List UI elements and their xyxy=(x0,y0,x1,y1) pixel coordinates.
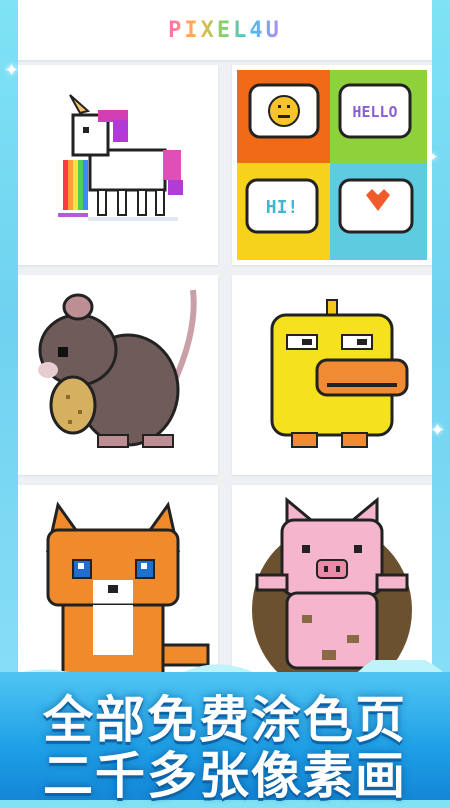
unicorn-pixel-art xyxy=(58,94,183,221)
speech-bubbles-pixel-art: HELLO HI! xyxy=(237,70,427,260)
coloring-card-fox[interactable] xyxy=(18,485,218,685)
coloring-card-unicorn[interactable] xyxy=(18,65,218,265)
coloring-card-duck[interactable] xyxy=(232,275,432,475)
promo-banner: 全部免费涂色页 二千多张像素画 xyxy=(0,672,450,805)
hello-text: HELLO xyxy=(352,103,397,121)
app-header: PIXEL4U xyxy=(18,0,432,62)
promo-line-2: 二千多张像素画 xyxy=(43,747,407,805)
duck-pixel-art xyxy=(270,299,409,448)
app-screen: PIXEL4U HELLO HI! xyxy=(18,0,432,690)
fox-pixel-art xyxy=(45,501,210,685)
hamster-pixel-art xyxy=(38,289,197,448)
hi-text: HI! xyxy=(266,197,299,218)
sparkle-icon: ✦ xyxy=(430,420,446,441)
coloring-card-pig[interactable] xyxy=(232,485,432,685)
app-title: PIXEL4U xyxy=(168,17,282,43)
coloring-card-speech-bubbles[interactable]: HELLO HI! xyxy=(232,65,432,265)
coloring-card-hamster[interactable] xyxy=(18,275,218,475)
pig-pixel-art xyxy=(252,496,412,685)
sparkle-icon: ✦ xyxy=(4,60,20,81)
